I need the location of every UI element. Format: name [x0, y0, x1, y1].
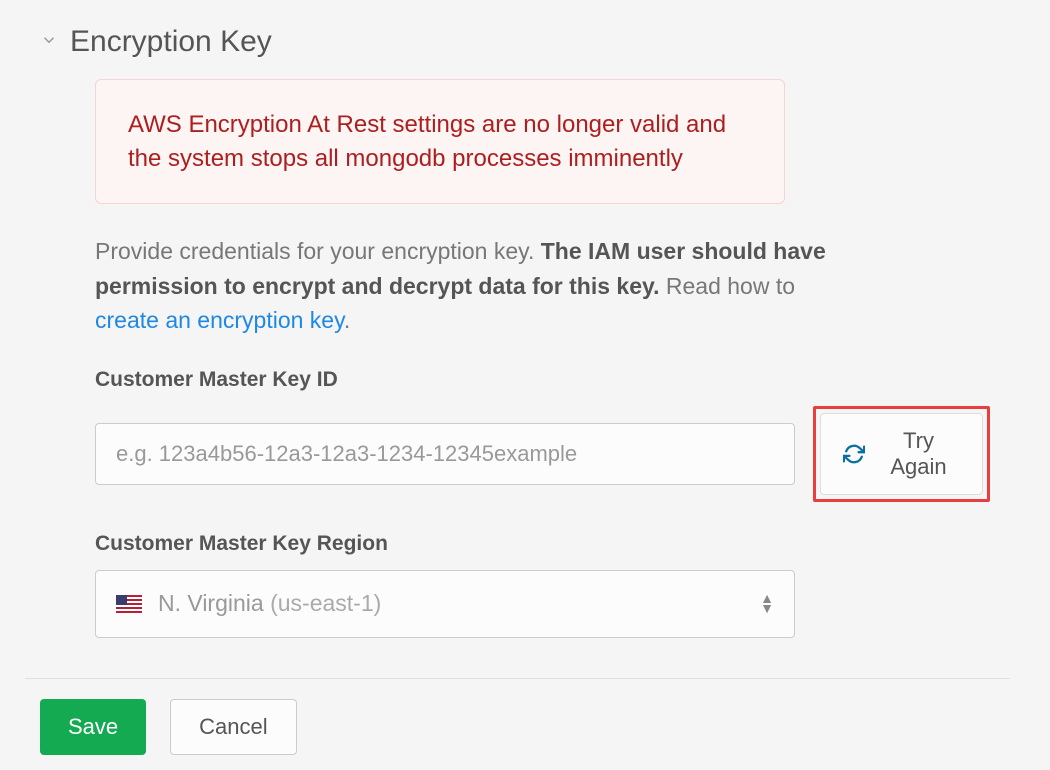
error-alert-text: AWS Encryption At Rest settings are no l…	[128, 108, 752, 175]
try-again-button[interactable]: Try Again	[820, 413, 983, 495]
section-title: Encryption Key	[70, 25, 272, 59]
chevron-down-icon[interactable]	[40, 31, 58, 54]
description-suffix: .	[344, 307, 350, 333]
region-code: (us-east-1)	[270, 590, 381, 616]
us-flag-icon	[116, 595, 142, 613]
try-again-label: Try Again	[877, 428, 960, 480]
refresh-icon	[843, 443, 865, 465]
save-button[interactable]: Save	[40, 699, 146, 755]
key-id-label: Customer Master Key ID	[95, 368, 990, 392]
create-encryption-key-link[interactable]: create an encryption key	[95, 307, 344, 333]
error-alert: AWS Encryption At Rest settings are no l…	[95, 79, 785, 204]
action-buttons: Save Cancel	[40, 699, 1010, 755]
region-name: N. Virginia	[158, 590, 270, 616]
key-id-row: Try Again	[95, 406, 990, 502]
key-id-input[interactable]	[95, 423, 795, 485]
divider	[25, 678, 1010, 679]
region-select[interactable]: N. Virginia (us-east-1) ▲▼	[95, 570, 795, 638]
description-read: Read how to	[660, 273, 796, 299]
try-again-highlight: Try Again	[813, 406, 990, 502]
description-text: Provide credentials for your encryption …	[95, 234, 855, 338]
region-selected: N. Virginia (us-east-1)	[158, 590, 381, 617]
cancel-button[interactable]: Cancel	[170, 699, 296, 755]
section-header: Encryption Key	[40, 25, 1010, 59]
description-prefix: Provide credentials for your encryption …	[95, 238, 541, 264]
content-area: AWS Encryption At Rest settings are no l…	[40, 79, 1010, 638]
select-arrows-icon: ▲▼	[760, 594, 774, 614]
region-label: Customer Master Key Region	[95, 532, 990, 556]
